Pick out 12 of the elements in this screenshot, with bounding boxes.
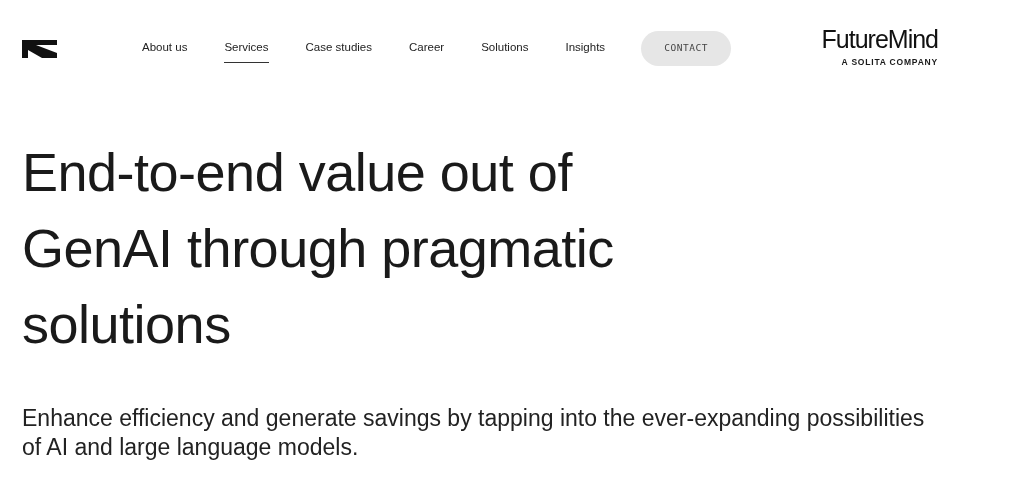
brand-tagline: A SOLITA COMPANY [840,56,938,69]
brand-name: FutureMind [821,27,938,53]
logo-icon[interactable] [22,39,57,58]
hero-heading: End-to-end value out of GenAI through pragmatic solutions [22,141,615,356]
nav-link[interactable]: Insights [565,32,606,64]
contact-button[interactable]: CONTACT [641,30,732,66]
nav-link[interactable]: About us [142,32,188,64]
hero-description: Enhance efficiency and generate savings by tapping into the ever-expanding possibilities of AI and large language models. [22,404,926,462]
nav-link[interactable]: Services [224,32,269,64]
nav-link[interactable]: Solutions [481,32,529,64]
nav-link[interactable]: Case studies [305,32,372,64]
nav-link[interactable]: Career [409,32,445,64]
